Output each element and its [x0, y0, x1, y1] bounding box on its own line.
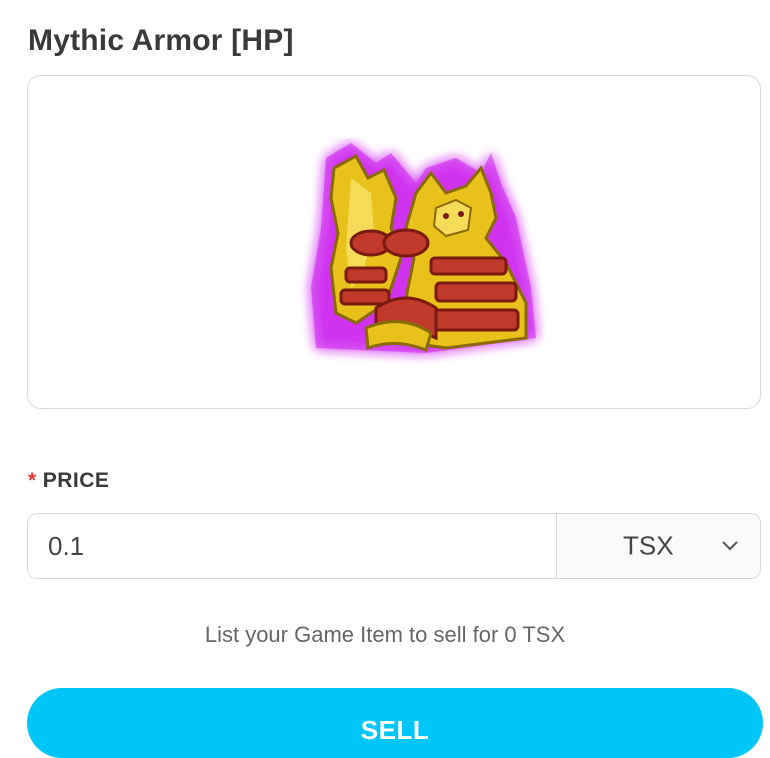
- price-label-text: PRICE: [42, 469, 110, 492]
- currency-selected-value: TSX: [623, 530, 674, 561]
- required-asterisk: *: [28, 469, 37, 492]
- price-label: * PRICE: [28, 466, 109, 496]
- chevron-down-icon: [722, 541, 738, 551]
- sell-hint-text: List your Game Item to sell for 0 TSX: [204, 622, 566, 647]
- price-input-group: TSX: [27, 513, 761, 579]
- item-title: Mythic Armor [HP]: [28, 24, 294, 57]
- sell-button[interactable]: SELL: [27, 688, 763, 758]
- price-input[interactable]: [28, 514, 556, 578]
- currency-select[interactable]: TSX: [556, 514, 760, 578]
- item-image-container: [27, 75, 761, 409]
- mythic-armor-icon: [311, 143, 536, 353]
